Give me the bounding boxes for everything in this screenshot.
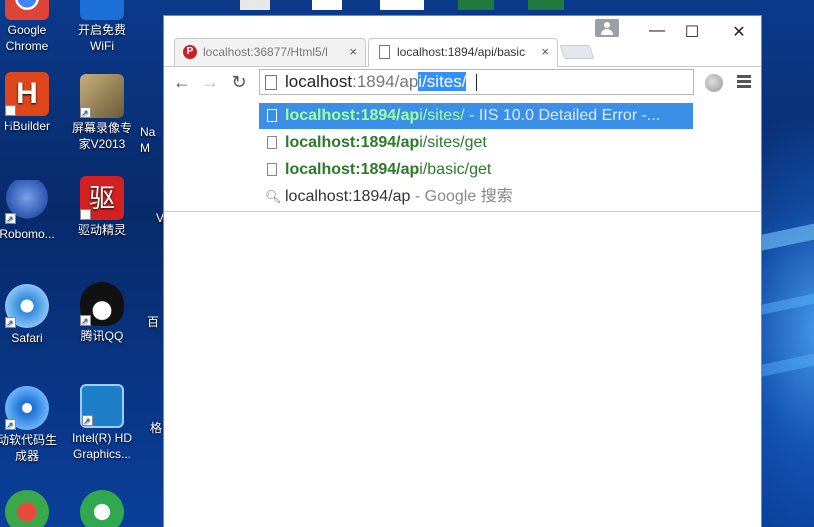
page-icon [267, 109, 277, 122]
desktop-icon-safari[interactable]: Safari [0, 284, 65, 346]
desktop-icon-hbuilder[interactable]: H HBuilder [0, 72, 65, 147]
safari-icon [5, 284, 49, 331]
omnibox-suggestions: localhost:1894/api/sites/ - IIS 10.0 Det… [164, 98, 761, 212]
taskbar-thumb [240, 0, 270, 10]
url-path: :1894/ap [352, 72, 419, 91]
desktop-icon-codegen[interactable]: 动软代码生 成器 [0, 386, 65, 464]
page-icon [379, 45, 390, 59]
ie-icon [80, 490, 124, 527]
reload-button[interactable]: ↻ [228, 71, 250, 93]
text-cursor [476, 74, 477, 91]
desktop-icon-partial[interactable] [0, 490, 65, 527]
page-icon [265, 75, 277, 90]
title-bar: — ☐ ✕ P localhost:36877/Html5/l × localh… [164, 16, 761, 67]
desktop-icon-wifi[interactable]: 开启免费 WiFi [64, 0, 140, 54]
suggestion-item[interactable]: localhost:1894/api/sites/ - IIS 10.0 Det… [259, 103, 693, 129]
tab-close-icon[interactable]: × [541, 44, 549, 59]
suggestion-item[interactable]: localhost:1894/api/basic/get [259, 157, 693, 183]
excel-icon [528, 0, 564, 10]
intel-icon [80, 384, 124, 429]
driver-genius-icon: 驱 [80, 176, 124, 251]
desktop-icon-robomongo[interactable]: Robomo... [0, 180, 65, 242]
desktop-icon-chrome[interactable]: Google Chrome [0, 0, 65, 54]
forward-button[interactable]: → [199, 71, 221, 93]
robomongo-icon [5, 180, 49, 227]
suggestion-item[interactable]: 🔍︎ localhost:1894/ap - Google 搜索 [259, 184, 693, 210]
desktop-icon-qq[interactable]: 腾讯QQ [64, 282, 140, 344]
page-icon [267, 163, 277, 176]
excel-icon [458, 0, 494, 10]
desktop-icon-screen-recorder[interactable]: 屏幕录像专 家V2013 [64, 74, 140, 152]
suggestion-item[interactable]: localhost:1894/api/sites/get [259, 130, 693, 156]
taskbar-thumb [380, 0, 424, 10]
menu-icon[interactable] [737, 73, 751, 93]
toolbar: ← → ↻ localhost:1894/api/sites/ [164, 66, 761, 98]
tab-close-icon[interactable]: × [349, 44, 357, 59]
hbuilder-icon: H [5, 72, 49, 147]
desktop-icon-intel-graphics[interactable]: Intel(R) HD Graphics... [64, 384, 140, 462]
page-icon [267, 136, 277, 149]
profile-icon[interactable] [595, 19, 619, 37]
search-icon: 🔍︎ [265, 189, 282, 204]
tab-html5[interactable]: P localhost:36877/Html5/l × [174, 38, 366, 66]
extension-icon[interactable] [705, 74, 723, 92]
desktop-icon-partial[interactable]: Na M [140, 100, 164, 156]
tab-strip: P localhost:36877/Html5/l × localhost:18… [164, 38, 761, 67]
desktop-icon-ie[interactable] [64, 490, 140, 527]
browser-window: — ☐ ✕ P localhost:36877/Html5/l × localh… [163, 15, 762, 527]
tab-api-basic[interactable]: localhost:1894/api/basic × [368, 38, 558, 67]
url-selection: /sites/ [422, 72, 467, 91]
qq-penguin-icon [80, 282, 124, 329]
back-button[interactable]: ← [171, 71, 193, 93]
new-tab-button[interactable] [559, 45, 595, 59]
taskbar-thumb [312, 0, 342, 10]
address-bar[interactable]: localhost:1894/api/sites/ [259, 69, 694, 95]
recorder-icon [80, 74, 124, 121]
pinterest-icon: P [183, 45, 197, 59]
url-host: localhost [285, 72, 353, 91]
codegen-icon [5, 386, 49, 433]
desktop-icon-driver-genius[interactable]: 驱 驱动精灵 [64, 176, 140, 251]
